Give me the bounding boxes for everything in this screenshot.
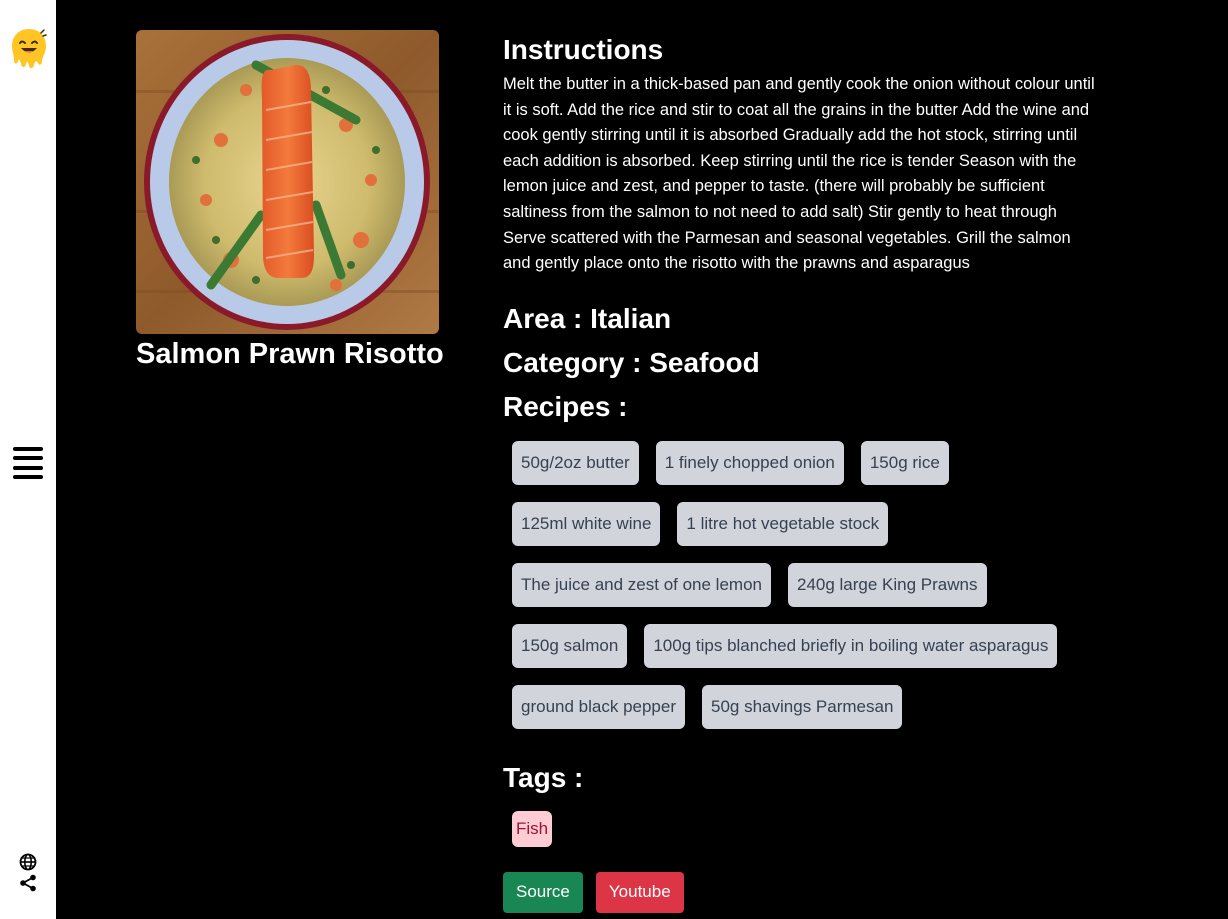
category-label: Category : Seafood xyxy=(503,346,760,378)
menu-line xyxy=(13,474,43,479)
link-buttons: Source Youtube xyxy=(503,871,1103,913)
tag-badge[interactable]: Fish xyxy=(512,810,553,847)
ingredient-badge[interactable]: 100g tips blanched briefly in boiling wa… xyxy=(644,623,1058,668)
globe-icon[interactable] xyxy=(19,853,37,871)
instructions-text: Melt the butter in a thick-based pan and… xyxy=(503,75,1095,273)
menu-line xyxy=(13,456,43,461)
tags-list: Fish xyxy=(503,810,1103,847)
youtube-button[interactable]: Youtube xyxy=(595,871,684,913)
meal-title: Salmon Prawn Risotto xyxy=(136,338,444,370)
ingredient-badge[interactable]: 150g salmon xyxy=(512,623,628,668)
ingredient-badge[interactable]: 1 litre hot vegetable stock xyxy=(677,501,889,546)
sidebar xyxy=(0,0,56,919)
ingredient-badge[interactable]: 1 finely chopped onion xyxy=(655,440,844,485)
ingredient-badge[interactable]: The juice and zest of one lemon xyxy=(512,562,771,607)
smiling-face-logo[interactable] xyxy=(10,27,48,71)
ingredient-badge[interactable]: 50g/2oz butter xyxy=(512,440,639,485)
ingredient-badge[interactable]: 125ml white wine xyxy=(512,501,661,546)
ingredient-badge[interactable]: 50g shavings Parmesan xyxy=(702,684,903,729)
share-icon[interactable] xyxy=(19,874,37,892)
meal-image xyxy=(136,30,439,334)
meal-details: Instructions Melt the butter in a thick-… xyxy=(503,30,1103,913)
ingredients-list: 50g/2oz butter 1 finely chopped onion 15… xyxy=(503,440,1093,746)
ingredient-badge[interactable]: ground black pepper xyxy=(512,684,686,729)
menu-line xyxy=(13,465,43,470)
ingredient-badge[interactable]: 150g rice xyxy=(860,440,949,485)
source-button[interactable]: Source xyxy=(503,871,583,913)
tags-heading: Tags : xyxy=(503,761,584,793)
instructions-heading: Instructions xyxy=(503,34,664,65)
hamburger-menu-icon[interactable] xyxy=(13,447,43,479)
recipes-heading: Recipes : xyxy=(503,390,628,422)
ingredient-badge[interactable]: 240g large King Prawns xyxy=(787,562,987,607)
menu-line xyxy=(13,447,43,451)
area-label: Area : Italian xyxy=(503,302,672,334)
